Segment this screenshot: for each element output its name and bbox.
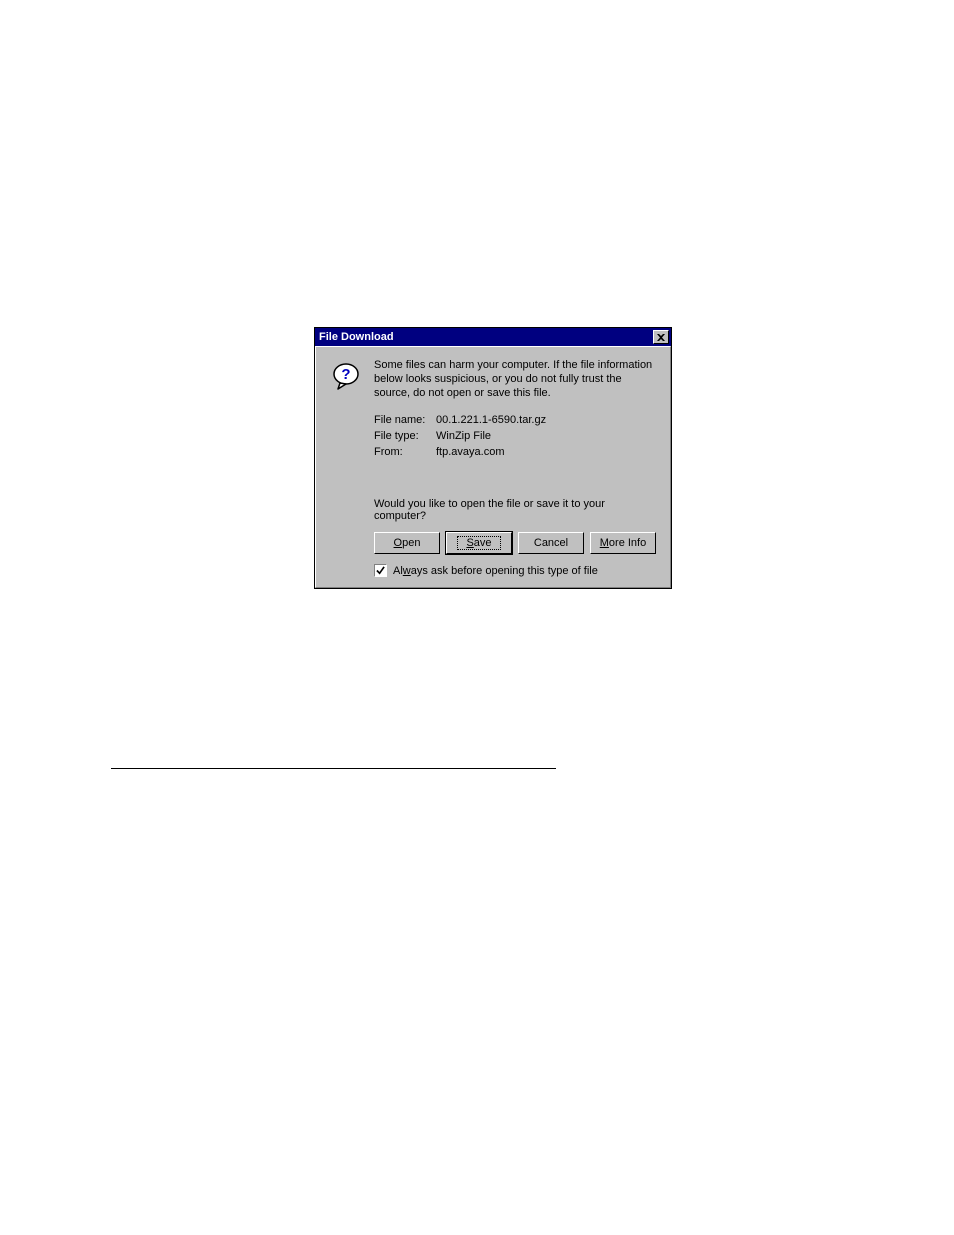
button-row: Open Save Cancel More Info: [374, 532, 656, 554]
file-name-label: File name:: [374, 414, 436, 426]
dialog-body: ? Some files can harm your computer. If …: [315, 346, 671, 588]
close-icon[interactable]: [653, 330, 669, 344]
always-ask-label: Always ask before opening this type of f…: [393, 565, 598, 577]
always-ask-checkbox[interactable]: [374, 564, 387, 577]
open-button[interactable]: Open: [374, 532, 440, 554]
from-value: ftp.avaya.com: [436, 446, 504, 458]
save-button[interactable]: Save: [446, 532, 512, 554]
footnote-divider: [111, 768, 556, 769]
dialog-title: File Download: [319, 331, 394, 343]
always-ask-row: Always ask before opening this type of f…: [374, 564, 656, 577]
titlebar[interactable]: File Download: [315, 328, 671, 346]
file-info: File name: 00.1.221.1-6590.tar.gz File t…: [374, 414, 656, 458]
from-label: From:: [374, 446, 436, 458]
svg-text:?: ?: [341, 366, 350, 383]
warning-message: Some files can harm your computer. If th…: [374, 359, 656, 400]
more-info-button[interactable]: More Info: [590, 532, 656, 554]
question-icon: ?: [330, 361, 362, 393]
file-type-label: File type:: [374, 430, 436, 442]
file-type-value: WinZip File: [436, 430, 491, 442]
file-name-value: 00.1.221.1-6590.tar.gz: [436, 414, 546, 426]
action-prompt: Would you like to open the file or save …: [374, 498, 656, 522]
cancel-button[interactable]: Cancel: [518, 532, 584, 554]
file-download-dialog: File Download ? Some files can harm your…: [314, 327, 672, 589]
